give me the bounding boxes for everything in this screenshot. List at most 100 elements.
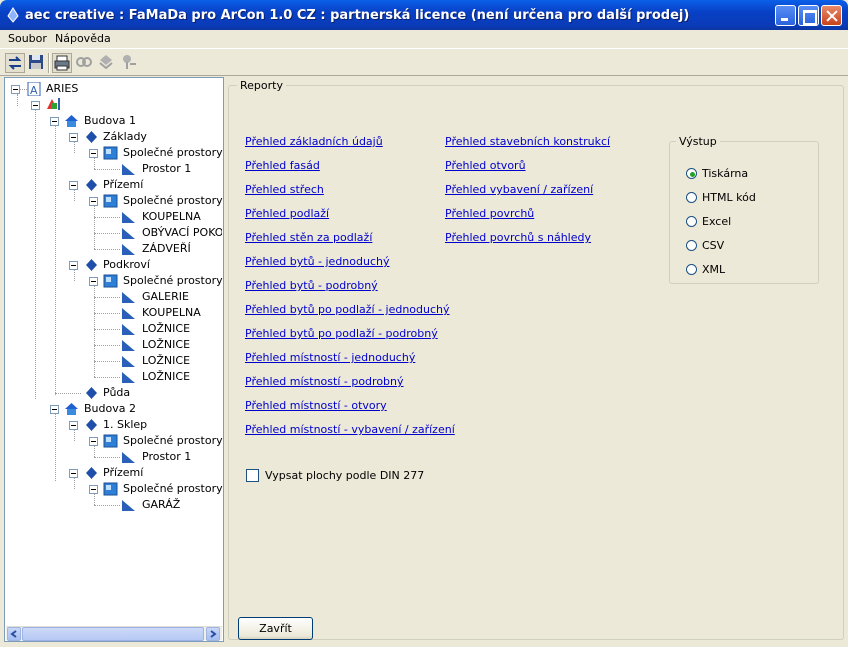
- report-link[interactable]: Přehled stavebních konstrukcí: [445, 135, 610, 148]
- radio-html[interactable]: [686, 192, 697, 203]
- space-group-icon: [103, 146, 118, 160]
- tree-item[interactable]: OBÝVACÍ POKOJ: [142, 226, 222, 240]
- room-icon: [122, 340, 135, 351]
- scroll-left-button[interactable]: [7, 627, 21, 641]
- report-link[interactable]: Přehled místností - podrobný: [245, 375, 404, 388]
- report-link[interactable]: Přehled fasád: [245, 159, 320, 172]
- menu-napoveda[interactable]: Nápověda: [55, 32, 111, 45]
- tree-item[interactable]: Prostor 1: [142, 450, 191, 464]
- report-link[interactable]: Přehled stěn za podlaží: [245, 231, 372, 244]
- report-link[interactable]: Přehled povrchů s náhledy: [445, 231, 591, 244]
- radio-excel[interactable]: [686, 216, 697, 227]
- tree-item[interactable]: LOŽNICE: [142, 354, 190, 368]
- project-tree[interactable]: A ARIES Budova 1 Základy Společné prosto…: [4, 77, 224, 642]
- tree-item[interactable]: GALERIE: [142, 290, 189, 304]
- scroll-thumb[interactable]: [22, 627, 204, 641]
- tree-collapse-toggle[interactable]: [69, 181, 78, 190]
- menu-soubor[interactable]: Soubor: [8, 32, 47, 45]
- tree-item[interactable]: Prostor 1: [142, 162, 191, 176]
- tree-item[interactable]: KOUPELNA: [142, 210, 201, 224]
- minimize-button[interactable]: [775, 5, 796, 26]
- tree-horizontal-scrollbar[interactable]: [6, 626, 222, 641]
- pin-button[interactable]: [120, 53, 140, 73]
- report-link[interactable]: Přehled vybavení / zařízení: [445, 183, 593, 196]
- report-link[interactable]: Přehled bytů - podrobný: [245, 279, 378, 292]
- din277-label[interactable]: Vypsat plochy podle DIN 277: [265, 469, 424, 482]
- report-link[interactable]: Přehled povrchů: [445, 207, 534, 220]
- title-bar[interactable]: aec creative : FaMaDa pro ArCon 1.0 CZ :…: [0, 0, 848, 30]
- tree-collapse-toggle[interactable]: [69, 261, 78, 270]
- tree-item[interactable]: 1. Sklep: [103, 418, 147, 432]
- maximize-button[interactable]: [798, 5, 819, 26]
- pin-icon: [123, 55, 136, 69]
- report-link[interactable]: Přehled otvorů: [445, 159, 526, 172]
- tree-collapse-toggle[interactable]: [89, 485, 98, 494]
- tree-item[interactable]: Společné prostory: [123, 274, 223, 288]
- tree-item[interactable]: Půda: [103, 386, 130, 400]
- radio-label[interactable]: Tiskárna: [702, 167, 748, 180]
- view-button[interactable]: [75, 53, 95, 73]
- report-link[interactable]: Přehled základních údajů: [245, 135, 383, 148]
- room-icon: [122, 308, 135, 319]
- tree-collapse-toggle[interactable]: [69, 421, 78, 430]
- radio-xml[interactable]: [686, 264, 697, 275]
- tree-collapse-toggle[interactable]: [69, 133, 78, 142]
- tree-item[interactable]: Přízemí: [103, 178, 143, 192]
- tree-collapse-toggle[interactable]: [11, 85, 20, 94]
- tree-collapse-toggle[interactable]: [50, 405, 59, 414]
- report-link[interactable]: Přehled místností - jednoduchý: [245, 351, 415, 364]
- radio-label[interactable]: HTML kód: [702, 191, 756, 204]
- refresh-button[interactable]: [5, 53, 25, 73]
- print-button[interactable]: [52, 53, 72, 73]
- din277-checkbox[interactable]: [246, 469, 259, 482]
- tree-collapse-toggle[interactable]: [89, 277, 98, 286]
- tree-item[interactable]: Společné prostory: [123, 482, 223, 496]
- tree-item[interactable]: Základy: [103, 130, 147, 144]
- layers-button[interactable]: [97, 53, 117, 73]
- tree-item[interactable]: Podkroví: [103, 258, 150, 272]
- report-link[interactable]: Přehled bytů po podlaží - jednoduchý: [245, 303, 450, 316]
- tree-item[interactable]: Společné prostory: [123, 146, 223, 160]
- tree-root-label[interactable]: ARIES: [46, 82, 78, 96]
- save-button[interactable]: [27, 53, 47, 73]
- tree-item[interactable]: KOUPELNA: [142, 306, 201, 320]
- radio-csv[interactable]: [686, 240, 697, 251]
- chevron-right-icon: [210, 630, 217, 638]
- radio-label[interactable]: Excel: [702, 215, 731, 228]
- report-link[interactable]: Přehled místností - vybavení / zařízení: [245, 423, 455, 436]
- room-icon: [122, 164, 135, 175]
- tree-item[interactable]: Přízemí: [103, 466, 143, 480]
- close-window-button[interactable]: [821, 5, 842, 26]
- tree-collapse-toggle[interactable]: [89, 197, 98, 206]
- space-group-icon: [103, 434, 118, 448]
- tree-item[interactable]: ZÁDVEŘÍ: [142, 242, 191, 256]
- floor-icon: [86, 387, 97, 399]
- floor-icon: [86, 179, 97, 191]
- tree-item[interactable]: LOŽNICE: [142, 322, 190, 336]
- close-button[interactable]: Zavřít: [238, 617, 313, 640]
- app-icon: [7, 7, 19, 23]
- room-icon: [122, 212, 135, 223]
- radio-label[interactable]: CSV: [702, 239, 724, 252]
- report-link[interactable]: Přehled podlaží: [245, 207, 329, 220]
- tree-item[interactable]: LOŽNICE: [142, 370, 190, 384]
- report-link[interactable]: Přehled místností - otvory: [245, 399, 387, 412]
- tree-item[interactable]: Společné prostory: [123, 194, 223, 208]
- report-link[interactable]: Přehled bytů - jednoduchý: [245, 255, 390, 268]
- report-link[interactable]: Přehled střech: [245, 183, 324, 196]
- radio-label[interactable]: XML: [702, 263, 725, 276]
- scroll-right-button[interactable]: [206, 627, 220, 641]
- tree-item[interactable]: Společné prostory: [123, 434, 223, 448]
- space-group-icon: [103, 482, 118, 496]
- tree-item[interactable]: LOŽNICE: [142, 338, 190, 352]
- tree-item[interactable]: GARÁŽ: [142, 498, 180, 512]
- tree-collapse-toggle[interactable]: [89, 149, 98, 158]
- tree-item[interactable]: Budova 1: [84, 114, 136, 128]
- toolbar-separator: [48, 53, 50, 73]
- tree-collapse-toggle[interactable]: [89, 437, 98, 446]
- radio-tiskarna[interactable]: [686, 168, 697, 179]
- tree-collapse-toggle[interactable]: [69, 469, 78, 478]
- tree-item[interactable]: Budova 2: [84, 402, 136, 416]
- tree-collapse-toggle[interactable]: [50, 117, 59, 126]
- report-link[interactable]: Přehled bytů po podlaží - podrobný: [245, 327, 438, 340]
